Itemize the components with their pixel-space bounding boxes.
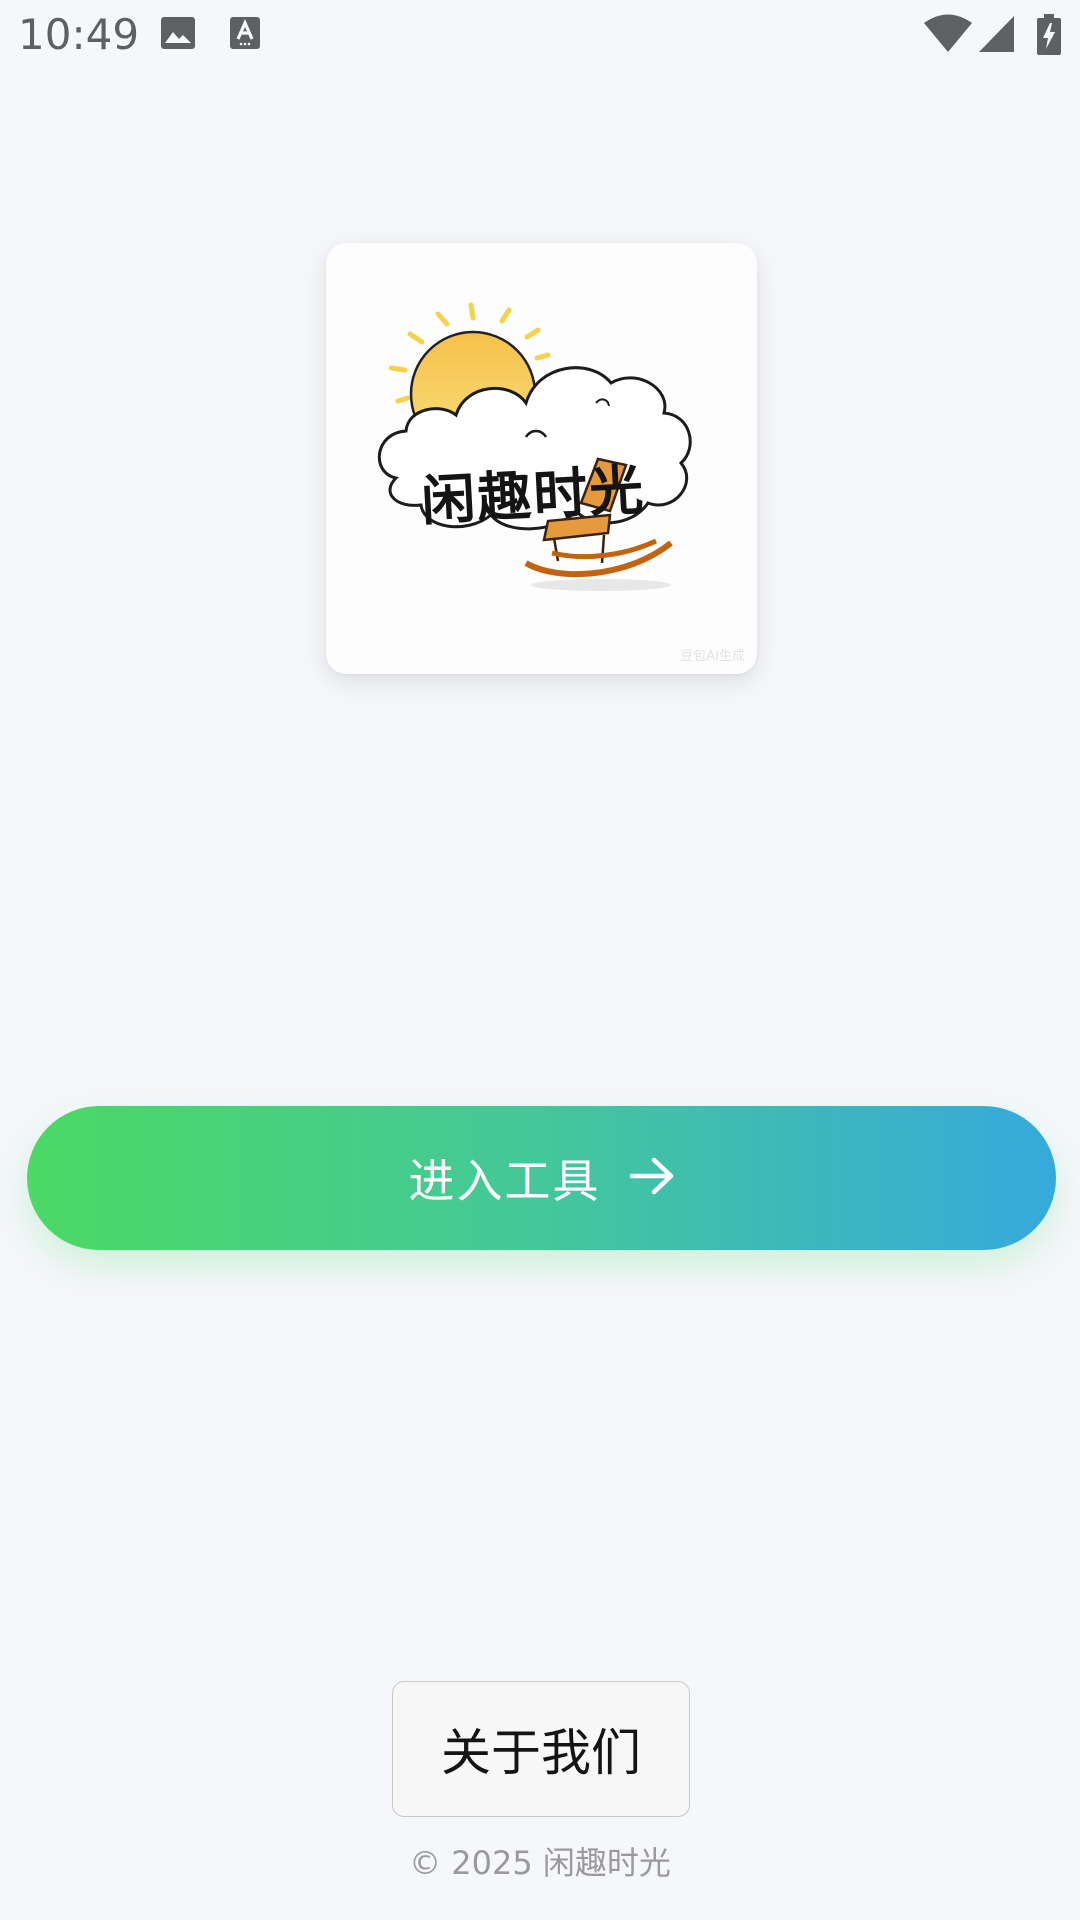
app-screen: 10:49 闲趣时光 豆包AI生成 进入工具 关于我们 © 2025 闲趣时光	[0, 0, 1080, 1920]
battery-charging-icon	[1036, 14, 1062, 60]
keyboard-a-icon	[229, 14, 261, 56]
status-time: 10:49	[18, 10, 140, 59]
about-us-label: 关于我们	[441, 1724, 641, 1782]
copyright-text: © 2025 闲趣时光	[409, 1844, 671, 1882]
image-icon	[160, 14, 196, 56]
arrow-right-icon	[629, 1156, 675, 1200]
about-us-button[interactable]: 关于我们	[392, 1681, 690, 1817]
cell-signal-icon	[979, 14, 1015, 58]
wifi-icon	[924, 14, 972, 58]
status-bar: 10:49	[0, 0, 1080, 74]
app-logo: 闲趣时光 豆包AI生成	[326, 243, 757, 674]
logo-title: 闲趣时光	[419, 458, 647, 533]
enter-tool-label: 进入工具	[408, 1154, 601, 1208]
enter-tool-button[interactable]: 进入工具	[27, 1106, 1056, 1250]
watermark: 豆包AI生成	[680, 649, 745, 664]
